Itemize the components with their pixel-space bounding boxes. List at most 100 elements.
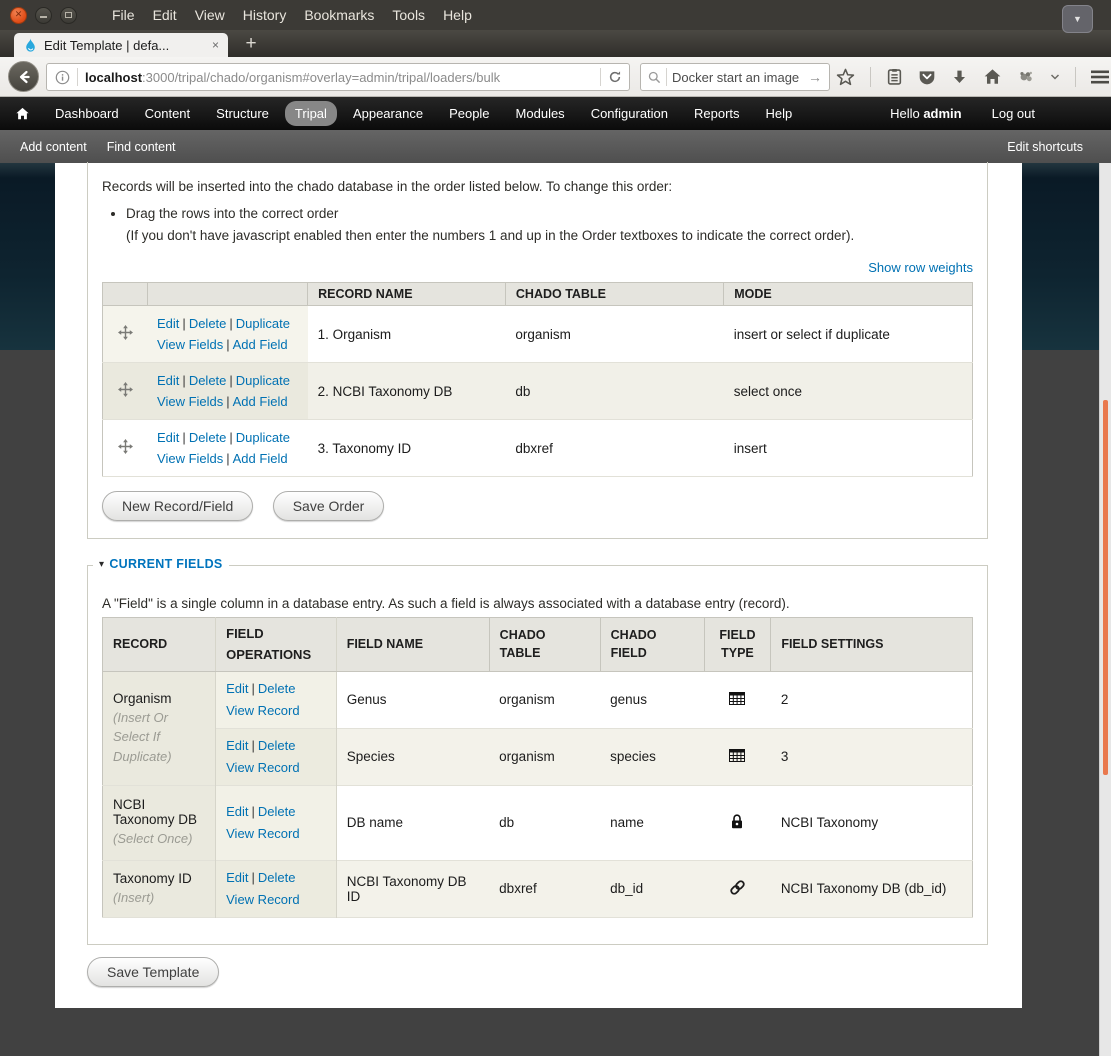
toolbar-item-modules[interactable]: Modules — [503, 97, 578, 130]
window-maximize-button[interactable] — [60, 7, 77, 24]
duplicate-link[interactable]: Duplicate — [236, 373, 290, 388]
toolbar-item-content[interactable]: Content — [132, 97, 204, 130]
extension-icon[interactable] — [1017, 69, 1035, 85]
field-name-cell: Genus — [336, 671, 489, 728]
toolbar-divider — [870, 67, 871, 87]
bookmark-star-icon[interactable] — [836, 68, 855, 87]
toolbar-item-people[interactable]: People — [436, 97, 502, 130]
view-record-link[interactable]: View Record — [226, 703, 299, 718]
save-template-button[interactable]: Save Template — [87, 957, 219, 987]
delete-link[interactable]: Delete — [189, 430, 227, 445]
drag-handle[interactable] — [103, 420, 148, 477]
downloads-icon[interactable] — [951, 69, 968, 86]
fields-table: RECORD FIELD OPERATIONS FIELD NAME CHADO… — [102, 617, 973, 918]
chado-field-cell: name — [600, 785, 704, 860]
duplicate-link[interactable]: Duplicate — [236, 430, 290, 445]
record-cell-ncbi-db: NCBI Taxonomy DB (Select Once) — [103, 785, 216, 860]
delete-link[interactable]: Delete — [189, 373, 227, 388]
record-name-cell: 2. NCBI Taxonomy DB — [308, 363, 506, 420]
header-chado-table: CHADO TABLE — [505, 283, 723, 306]
search-bar[interactable]: Docker start an image → — [640, 63, 830, 91]
reload-button[interactable] — [593, 68, 629, 86]
menu-file[interactable]: File — [103, 7, 144, 23]
header-field-type: FIELD TYPE — [704, 618, 771, 672]
menu-bookmarks[interactable]: Bookmarks — [295, 7, 383, 23]
view-fields-link[interactable]: View Fields — [157, 394, 223, 409]
duplicate-link[interactable]: Duplicate — [236, 316, 290, 331]
save-order-button[interactable]: Save Order — [273, 491, 385, 521]
scrollbar-thumb[interactable] — [1103, 400, 1108, 775]
toolbar-item-appearance[interactable]: Appearance — [340, 97, 436, 130]
fields-description: A "Field" is a single column in a databa… — [102, 596, 973, 611]
toolbar-toggle-button[interactable]: ▼ — [1062, 5, 1093, 33]
header-record-name: RECORD NAME — [308, 283, 506, 306]
drag-handle[interactable] — [103, 363, 148, 420]
overlay-scrollbar[interactable] — [1099, 163, 1111, 1056]
url-bar[interactable]: localhost:3000/tripal/chado/organism#ove… — [46, 63, 630, 91]
back-button[interactable] — [8, 61, 39, 92]
drupal-home-icon[interactable] — [15, 107, 30, 121]
window-minimize-button[interactable] — [35, 7, 52, 24]
header-chado-table: CHADO TABLE — [489, 618, 600, 672]
edit-link[interactable]: Edit — [226, 804, 248, 819]
delete-link[interactable]: Delete — [258, 804, 296, 819]
edit-link[interactable]: Edit — [226, 681, 248, 696]
search-input[interactable]: Docker start an image — [672, 70, 806, 85]
menu-help[interactable]: Help — [434, 7, 481, 23]
record-cell-organism: Organism (Insert Or Select If Duplicate) — [103, 671, 216, 785]
drag-cross-icon — [118, 439, 133, 454]
new-record-field-button[interactable]: New Record/Field — [102, 491, 253, 521]
menu-edit[interactable]: Edit — [144, 7, 186, 23]
toolbar-item-reports[interactable]: Reports — [681, 97, 753, 130]
delete-link[interactable]: Delete — [258, 738, 296, 753]
collapse-arrow-icon: ▾ — [99, 559, 104, 570]
legend-text: CURRENT FIELDS — [109, 557, 222, 571]
current-fields-legend[interactable]: ▾ CURRENT FIELDS — [93, 557, 229, 571]
add-field-link[interactable]: Add Field — [233, 451, 288, 466]
home-icon[interactable] — [983, 68, 1002, 86]
search-icon — [648, 71, 661, 84]
extension-chevron-icon[interactable] — [1050, 73, 1060, 81]
edit-link[interactable]: Edit — [226, 738, 248, 753]
menu-hamburger-icon[interactable] — [1091, 70, 1109, 84]
edit-link[interactable]: Edit — [157, 316, 179, 331]
site-info-icon[interactable] — [55, 70, 70, 85]
view-record-link[interactable]: View Record — [226, 760, 299, 775]
menu-tools[interactable]: Tools — [383, 7, 434, 23]
toolbar-item-help[interactable]: Help — [753, 97, 806, 130]
shortcut-find-content[interactable]: Find content — [107, 140, 176, 154]
bookmarks-menu-icon[interactable] — [886, 68, 903, 86]
edit-shortcuts-link[interactable]: Edit shortcuts — [1007, 140, 1083, 154]
view-fields-link[interactable]: View Fields — [157, 451, 223, 466]
pocket-icon[interactable] — [918, 68, 936, 86]
edit-link[interactable]: Edit — [226, 870, 248, 885]
drag-handle[interactable] — [103, 306, 148, 363]
window-close-button[interactable] — [10, 7, 27, 24]
delete-link[interactable]: Delete — [258, 870, 296, 885]
search-go-icon[interactable]: → — [808, 69, 822, 85]
menu-history[interactable]: History — [234, 7, 296, 23]
view-fields-link[interactable]: View Fields — [157, 337, 223, 352]
edit-link[interactable]: Edit — [157, 430, 179, 445]
record-cell-taxonomy-id: Taxonomy ID (Insert) — [103, 860, 216, 917]
search-divider — [666, 68, 667, 86]
toolbar-item-tripal-active[interactable]: Tripal — [285, 101, 337, 126]
edit-link[interactable]: Edit — [157, 373, 179, 388]
show-row-weights-link[interactable]: Show row weights — [868, 260, 973, 275]
view-record-link[interactable]: View Record — [226, 892, 299, 907]
browser-tab-active[interactable]: Edit Template | defa... × — [14, 33, 228, 57]
toolbar-item-configuration[interactable]: Configuration — [578, 97, 681, 130]
toolbar-item-dashboard[interactable]: Dashboard — [42, 97, 132, 130]
tab-close-icon[interactable]: × — [212, 38, 219, 52]
shortcut-add-content[interactable]: Add content — [20, 140, 87, 154]
delete-link[interactable]: Delete — [258, 681, 296, 696]
add-field-link[interactable]: Add Field — [233, 337, 288, 352]
greeting-text: Hello admin — [890, 106, 962, 121]
delete-link[interactable]: Delete — [189, 316, 227, 331]
add-field-link[interactable]: Add Field — [233, 394, 288, 409]
view-record-link[interactable]: View Record — [226, 826, 299, 841]
menu-view[interactable]: View — [186, 7, 234, 23]
new-tab-button[interactable]: + — [236, 32, 266, 56]
logout-link[interactable]: Log out — [992, 106, 1035, 121]
toolbar-item-structure[interactable]: Structure — [203, 97, 282, 130]
